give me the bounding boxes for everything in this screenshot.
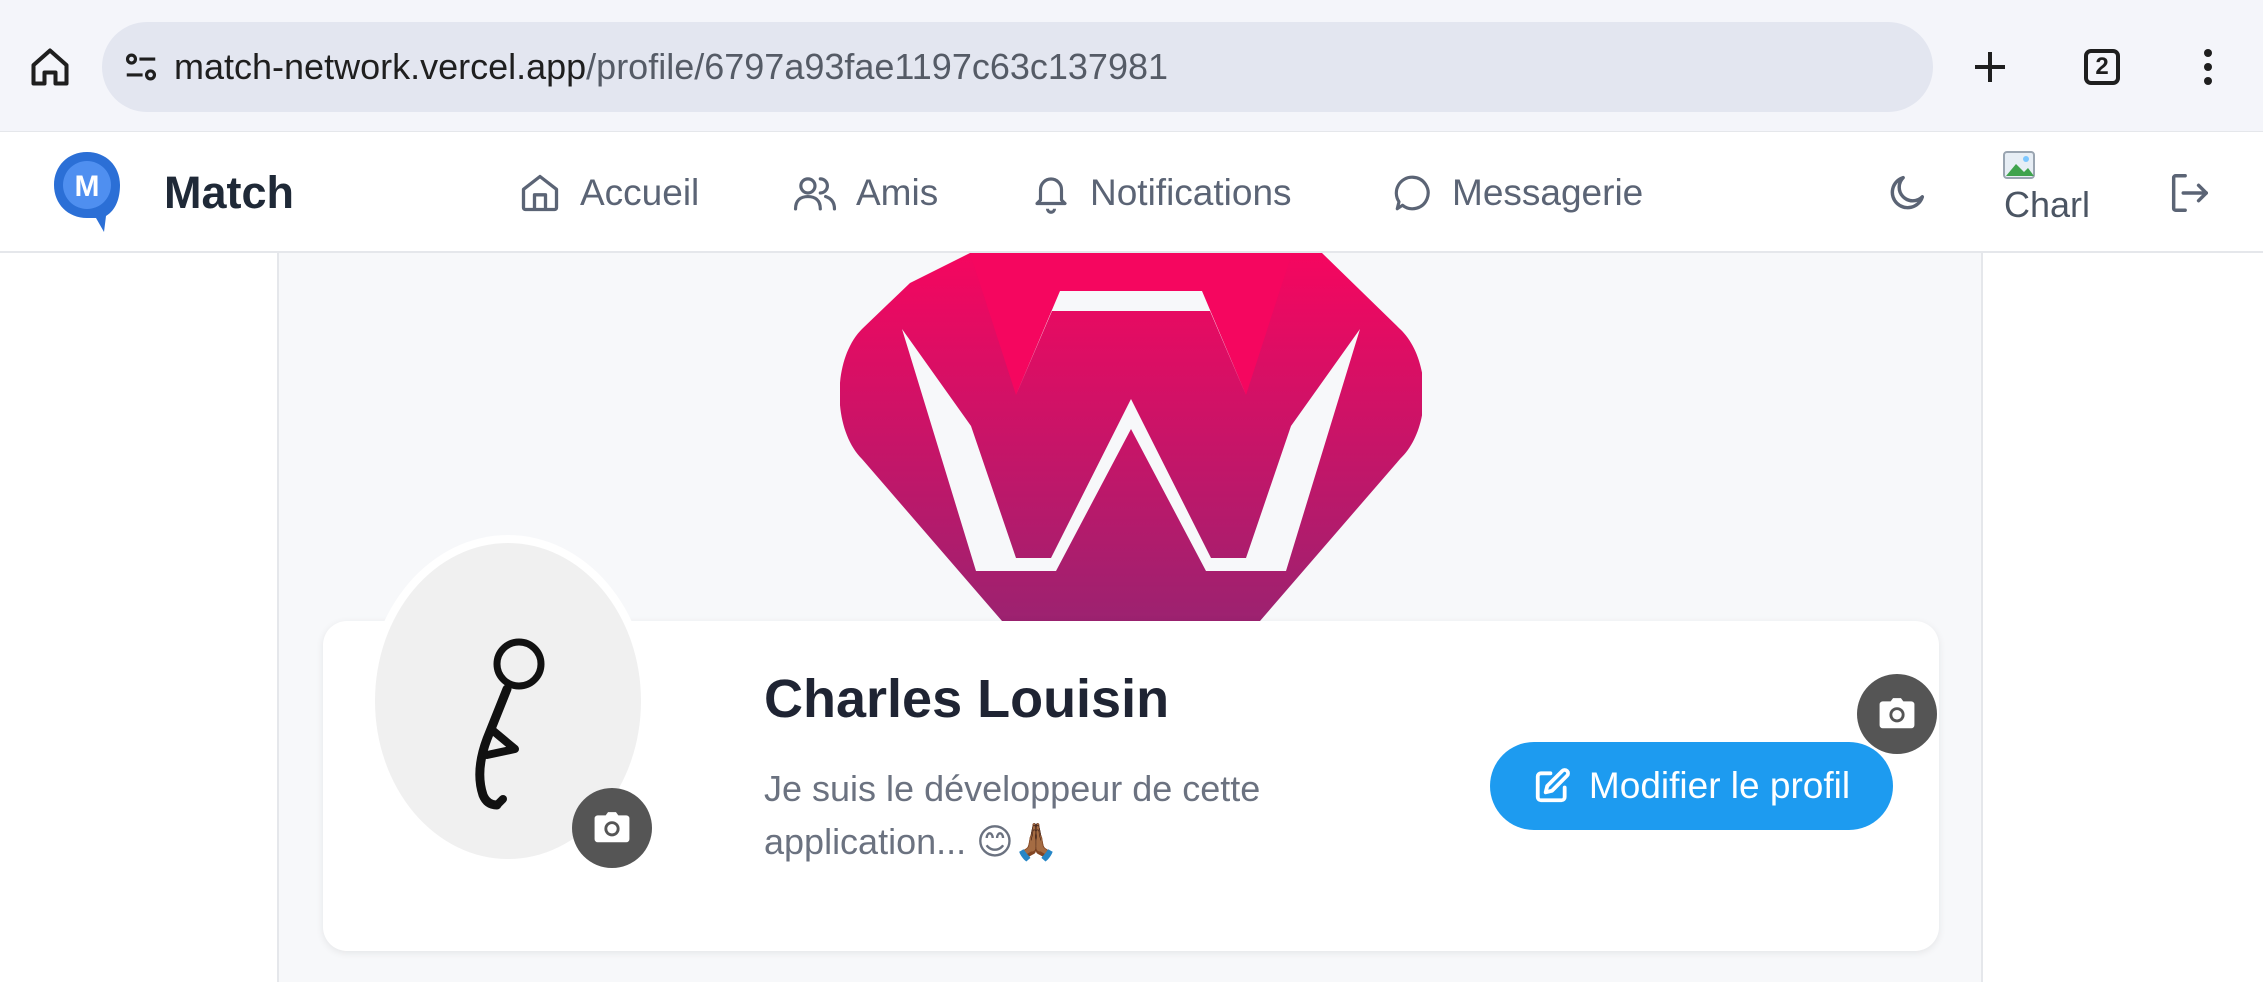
cover-logo-image <box>840 253 1422 621</box>
header-avatar-alt-text: Charl <box>2004 184 2091 225</box>
logo-letter: M <box>75 170 100 203</box>
url-path: /profile/6797a93fae1197c63c137981 <box>586 46 1169 87</box>
edit-icon <box>1535 768 1570 803</box>
cover-camera-button[interactable] <box>1857 674 1937 754</box>
cover-image <box>840 253 1422 621</box>
tabs-icon: 2 <box>2084 49 2120 85</box>
profile-name: Charles Louisin <box>764 669 1170 729</box>
new-tab-button[interactable] <box>1960 35 2020 99</box>
theme-toggle-button[interactable] <box>1884 132 1930 254</box>
nav-notifications-label: Notifications <box>1090 172 1292 213</box>
nav-amis[interactable]: Amis <box>792 132 938 254</box>
camera-icon <box>594 812 630 843</box>
header-avatar[interactable]: Charl <box>2000 150 2092 240</box>
message-icon <box>1394 175 1430 211</box>
camera-icon <box>1879 698 1915 729</box>
brand-name[interactable]: Match <box>164 132 294 254</box>
moon-icon <box>1890 175 1925 210</box>
nav-notifications[interactable]: Notifications <box>1030 132 1292 254</box>
edit-profile-label: Modifier le profil <box>1588 765 1851 806</box>
bell-icon <box>1035 177 1067 214</box>
brand-logo[interactable]: M <box>52 150 122 236</box>
profile-bio: Je suis le développeur de cette applicat… <box>764 768 1261 862</box>
nav-messagerie[interactable]: Messagerie <box>1392 132 1643 254</box>
nav-accueil[interactable]: Accueil <box>518 132 699 254</box>
url-host: match-network.vercel.app <box>174 46 587 87</box>
home-icon <box>521 174 559 212</box>
browser-toolbar: match-network.vercel.app/profile/6797a93… <box>0 0 2263 131</box>
home-icon <box>31 48 69 86</box>
app-header: M Match Accueil Amis Notifications Messa… <box>0 131 2263 253</box>
browser-home-button[interactable] <box>20 35 80 99</box>
logout-icon <box>2171 174 2208 212</box>
broken-image-icon <box>2003 151 2035 179</box>
browser-menu-button[interactable] <box>2180 35 2236 99</box>
edit-profile-button[interactable]: Modifier le profil <box>1490 742 1893 830</box>
nav-messagerie-label: Messagerie <box>1452 172 1644 213</box>
site-settings-button[interactable] <box>116 42 166 92</box>
new-tab-icon <box>1975 52 2005 82</box>
avatar-camera-button[interactable] <box>572 788 652 868</box>
match-logo-icon: M <box>54 152 120 232</box>
nav-accueil-label: Accueil <box>580 172 700 213</box>
friends-icon <box>793 177 837 211</box>
tab-switcher-button[interactable]: 2 <box>2072 35 2132 99</box>
logout-button[interactable] <box>2166 132 2212 254</box>
nav-amis-label: Amis <box>856 172 939 213</box>
more-menu-icon <box>2204 49 2212 85</box>
url-text[interactable]: match-network.vercel.app/profile/6797a93… <box>174 0 1168 134</box>
site-settings-icon <box>125 53 157 81</box>
